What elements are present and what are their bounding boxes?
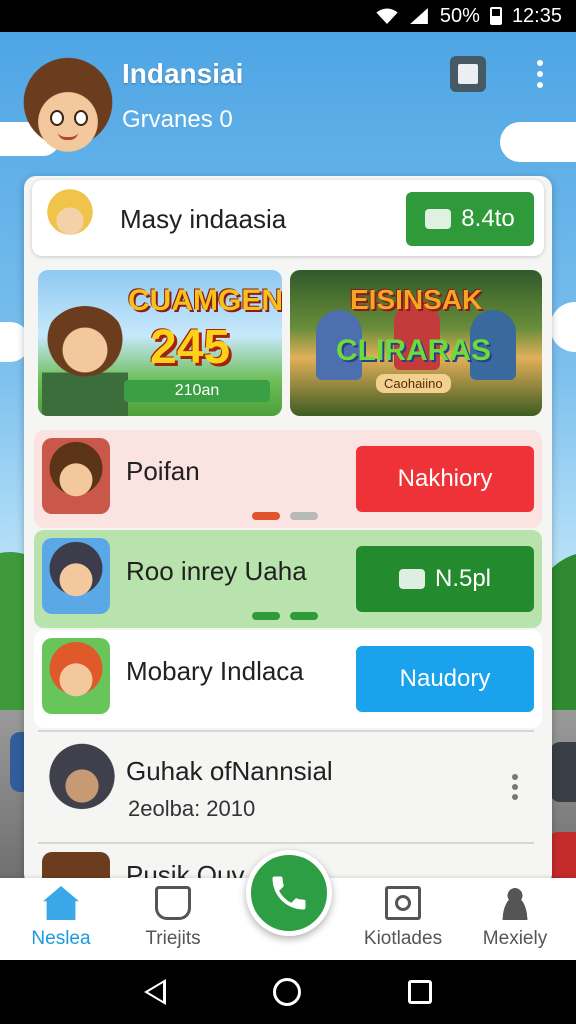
home-circle-icon[interactable] xyxy=(272,978,301,1006)
divider xyxy=(38,842,534,844)
app-header: Indansiai Grvanes 0 xyxy=(0,32,576,172)
promo-banner-2[interactable]: EISINSAK CLIRARAS Caohaiino xyxy=(290,270,542,416)
list-item-action-button[interactable]: N.5pl xyxy=(356,546,534,612)
banner-1-number: 245 xyxy=(150,321,231,374)
nav-item-home[interactable]: Neslea xyxy=(6,878,116,960)
box-icon xyxy=(385,886,421,920)
system-nav-bar xyxy=(0,960,576,1024)
pager-dots xyxy=(252,612,318,620)
banner-1-title: CUAMGEN xyxy=(128,284,282,317)
wifi-icon xyxy=(376,8,398,24)
nav-item-profile[interactable]: Mexiely xyxy=(460,878,570,960)
featured-title: Masy indaasia xyxy=(120,204,287,234)
person-icon xyxy=(497,886,533,920)
nav-item-library[interactable]: Kiotlades xyxy=(348,878,458,960)
list-item[interactable]: Poifan Nakhiory xyxy=(34,430,542,528)
nav-item-label: Neslea xyxy=(31,928,91,949)
battery-icon xyxy=(489,7,502,25)
main-card: Masy indaasia 8.4to CUAMGEN 245 210an EI… xyxy=(24,176,552,886)
list-item-action-button[interactable]: Naudory xyxy=(356,646,534,712)
list-item[interactable]: Guhak ofNannsial 2eolba: 2010 xyxy=(34,734,542,842)
banner-1-pill: 210an xyxy=(124,380,270,402)
featured-action-button[interactable]: 8.4to xyxy=(406,192,534,246)
signal-icon xyxy=(410,8,428,24)
avatar[interactable] xyxy=(20,50,116,166)
more-options-icon[interactable] xyxy=(512,774,518,800)
list-item-avatar xyxy=(42,638,110,714)
promo-banner-1[interactable]: CUAMGEN 245 210an xyxy=(38,270,282,416)
list-item-subtitle: 2eolba: 2010 xyxy=(128,796,256,821)
banner-2-subtitle: CLIRARAS xyxy=(336,334,491,367)
banner-2-title: EISINSAK xyxy=(350,284,483,315)
call-fab-button[interactable] xyxy=(246,850,332,936)
page-title: Indansiai xyxy=(122,58,244,89)
nav-item-label: Triejits xyxy=(145,928,201,949)
home-icon xyxy=(43,886,79,920)
list-item-action-button[interactable]: Nakhiory xyxy=(356,446,534,512)
list-item-avatar xyxy=(42,438,110,514)
featured-avatar xyxy=(40,188,100,248)
featured-row[interactable]: Masy indaasia 8.4to xyxy=(32,180,544,256)
divider xyxy=(38,730,534,732)
featured-action-label: 8.4to xyxy=(461,205,515,232)
list-item-avatar xyxy=(42,538,110,614)
games-count: Grvanes 0 xyxy=(122,106,233,133)
list-item-title: Mobary Indlaca xyxy=(126,656,304,686)
banner-2-caption: Caohaiino xyxy=(376,374,451,393)
status-bar: 50% 12:35 xyxy=(0,0,576,32)
list-item[interactable]: Roo inrey Uaha N.5pl xyxy=(34,530,542,628)
list-item-title: Poifan xyxy=(126,456,200,486)
list-item[interactable]: Mobary Indlaca Naudory xyxy=(34,630,542,728)
pager-dots xyxy=(252,512,318,520)
nav-item-label: Mexiely xyxy=(482,928,548,949)
list-item-title: Guhak ofNannsial xyxy=(126,756,333,786)
nav-item-label: Kiotlades xyxy=(363,928,443,949)
gamepad-icon xyxy=(425,209,452,229)
gift-icon xyxy=(398,569,425,589)
nav-item-trophies[interactable]: Triejits xyxy=(118,878,228,960)
banner-character xyxy=(42,306,128,416)
tabs-icon[interactable] xyxy=(450,56,486,92)
list-item-action-label: N.5pl xyxy=(434,565,492,592)
battery-percent: 50% xyxy=(439,4,480,27)
cup-icon xyxy=(155,886,191,920)
phone-icon xyxy=(272,876,306,910)
more-menu-icon[interactable] xyxy=(522,56,558,92)
back-icon[interactable] xyxy=(143,979,166,1005)
list-item-avatar xyxy=(42,738,122,834)
list-item-title: Roo inrey Uaha xyxy=(126,556,307,586)
clock: 12:35 xyxy=(511,4,562,27)
recents-icon[interactable] xyxy=(408,980,433,1004)
